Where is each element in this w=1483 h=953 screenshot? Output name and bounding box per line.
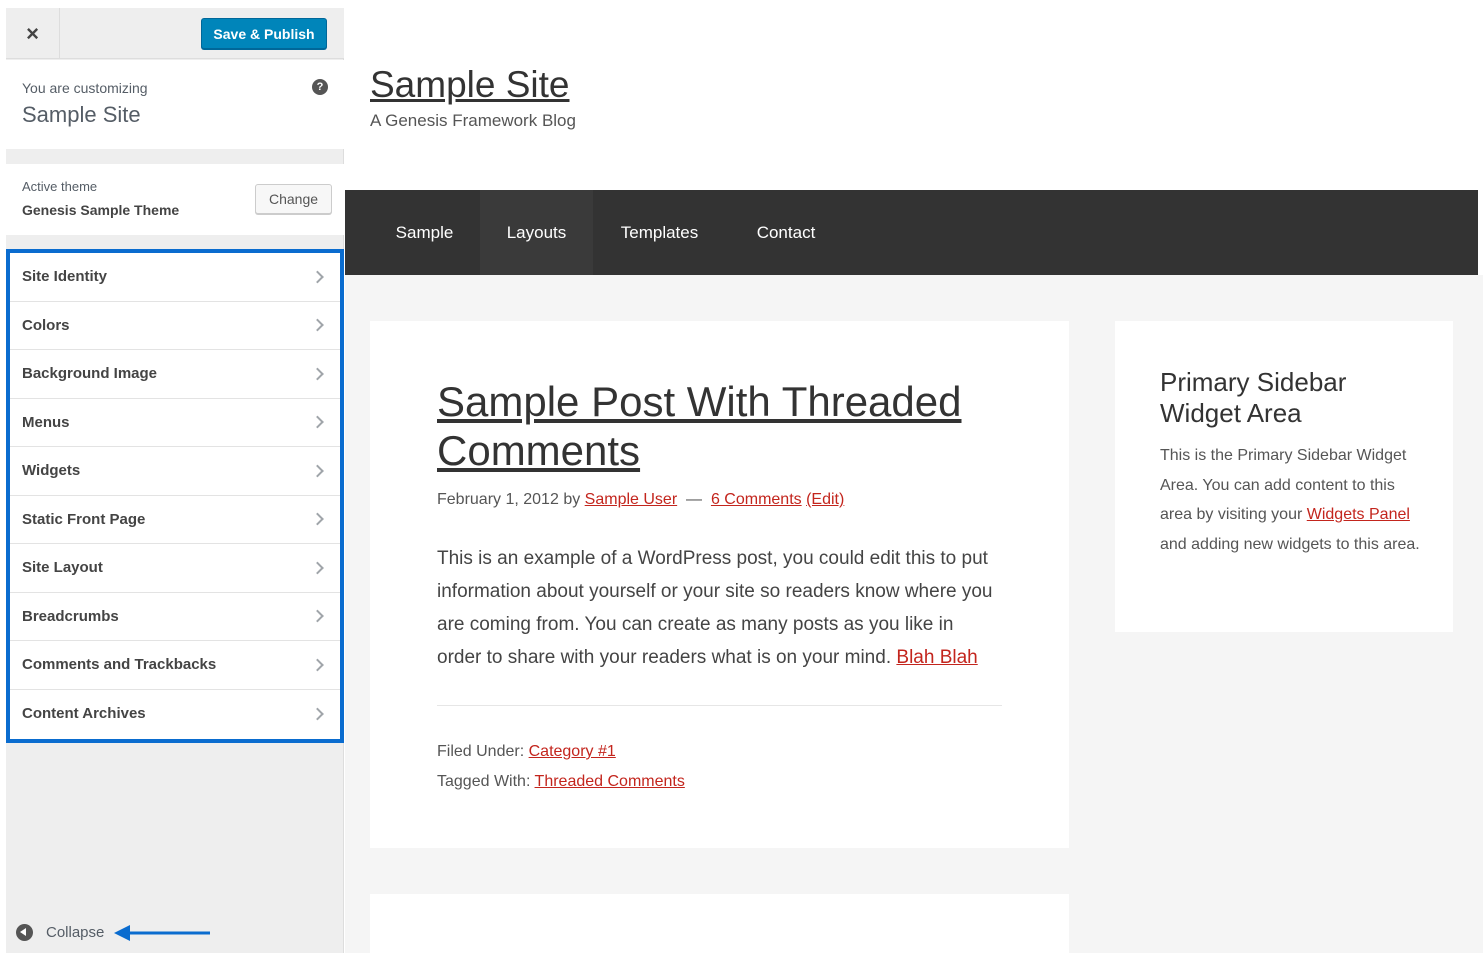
post-body: This is an example of a WordPress post, … [437,542,1003,674]
widgets-panel-link[interactable]: Widgets Panel [1307,506,1410,523]
section-menus[interactable]: Menus [10,399,340,447]
collapse-arrow-icon [16,924,33,941]
post-categories: Filed Under: Category #1 [437,737,685,767]
chevron-right-icon [311,707,324,721]
close-icon[interactable]: × [6,8,60,59]
nav-item-layouts[interactable]: Layouts [480,190,593,275]
next-post-entry [370,894,1069,953]
category-link[interactable]: Category #1 [529,743,616,760]
chevron-right-icon [311,415,324,429]
chevron-right-icon [311,367,324,381]
section-background-image[interactable]: Background Image [10,350,340,399]
site-navigation: Sample Layouts Templates Contact [345,190,1478,275]
site-title[interactable]: Sample Site [370,64,570,106]
section-widgets[interactable]: Widgets [10,447,340,496]
widget-title: Primary Sidebar Widget Area [1160,367,1347,428]
customizer-panel: × Save & Publish You are customizing Sam… [6,8,344,953]
section-label: Breadcrumbs [22,607,119,625]
post-meta-dash: — [686,491,703,508]
section-label: Menus [22,413,70,431]
section-site-layout[interactable]: Site Layout [10,544,340,593]
save-publish-button[interactable]: Save & Publish [201,18,327,49]
section-comments-trackbacks[interactable]: Comments and Trackbacks [10,641,340,690]
chevron-right-icon [311,318,324,332]
chevron-right-icon [311,512,324,526]
section-label: Site Identity [22,268,108,286]
customizing-site-name: Sample Site [22,102,141,127]
section-colors[interactable]: Colors [10,302,340,350]
chevron-right-icon [311,464,324,478]
nav-item-templates[interactable]: Templates [593,190,726,275]
primary-sidebar-widget: Primary Sidebar Widget Area This is the … [1115,321,1453,632]
post-meta: February 1, 2012 by Sample User — 6 Comm… [437,491,844,509]
nav-item-sample[interactable]: Sample [369,190,480,275]
annotation-arrow-icon [114,925,210,941]
nav-item-contact[interactable]: Contact [726,190,846,275]
section-site-identity[interactable]: Site Identity [10,253,340,302]
chevron-right-icon [311,609,324,623]
post-author-link[interactable]: Sample User [585,491,677,508]
active-theme-box: Active theme Genesis Sample Theme Change [6,164,344,235]
collapse-label: Collapse [46,924,105,941]
tagged-with-label: Tagged With: [437,773,531,790]
section-label: Widgets [22,462,81,480]
post-by: by [563,491,581,508]
section-label: Colors [22,316,70,334]
widget-text-after: and adding new widgets to this area. [1160,535,1420,553]
section-label: Static Front Page [22,510,146,528]
section-breadcrumbs[interactable]: Breadcrumbs [10,593,340,641]
customizer-sections: Site Identity Colors Background Image Me… [6,249,344,743]
site-tagline: A Genesis Framework Blog [370,111,576,130]
section-static-front-page[interactable]: Static Front Page [10,496,340,544]
section-label: Comments and Trackbacks [22,656,217,674]
active-theme-name: Genesis Sample Theme [22,202,180,218]
help-icon[interactable]: ? [312,79,328,95]
post-divider [437,705,1002,706]
chevron-right-icon [311,658,324,672]
change-theme-button[interactable]: Change [255,184,332,214]
post-footer: Filed Under: Category #1 Tagged With: Th… [437,737,685,797]
post-edit-link[interactable]: (Edit) [806,491,844,508]
section-content-archives[interactable]: Content Archives [10,690,340,739]
section-label: Background Image [22,365,158,383]
section-label: Site Layout [22,559,103,577]
post-entry: Sample Post With Threaded Comments Febru… [370,321,1069,848]
customizing-info: You are customizing Sample Site ? [6,60,344,149]
chevron-right-icon [311,270,324,284]
filed-under-label: Filed Under: [437,743,525,760]
post-comments-link[interactable]: 6 Comments [711,491,802,508]
post-body-link[interactable]: Blah Blah [896,647,977,668]
customizer-header: × Save & Publish [6,8,344,59]
active-theme-label: Active theme [22,179,98,194]
post-date: February 1, 2012 [437,491,559,508]
chevron-right-icon [311,561,324,575]
tag-link[interactable]: Threaded Comments [535,773,685,790]
post-title[interactable]: Sample Post With Threaded Comments [437,377,997,475]
widget-text: This is the Primary Sidebar Widget Area.… [1160,441,1420,559]
section-label: Content Archives [22,705,146,723]
customizing-label: You are customizing [22,80,148,96]
post-tags: Tagged With: Threaded Comments [437,767,685,797]
collapse-button[interactable]: Collapse [16,924,104,941]
